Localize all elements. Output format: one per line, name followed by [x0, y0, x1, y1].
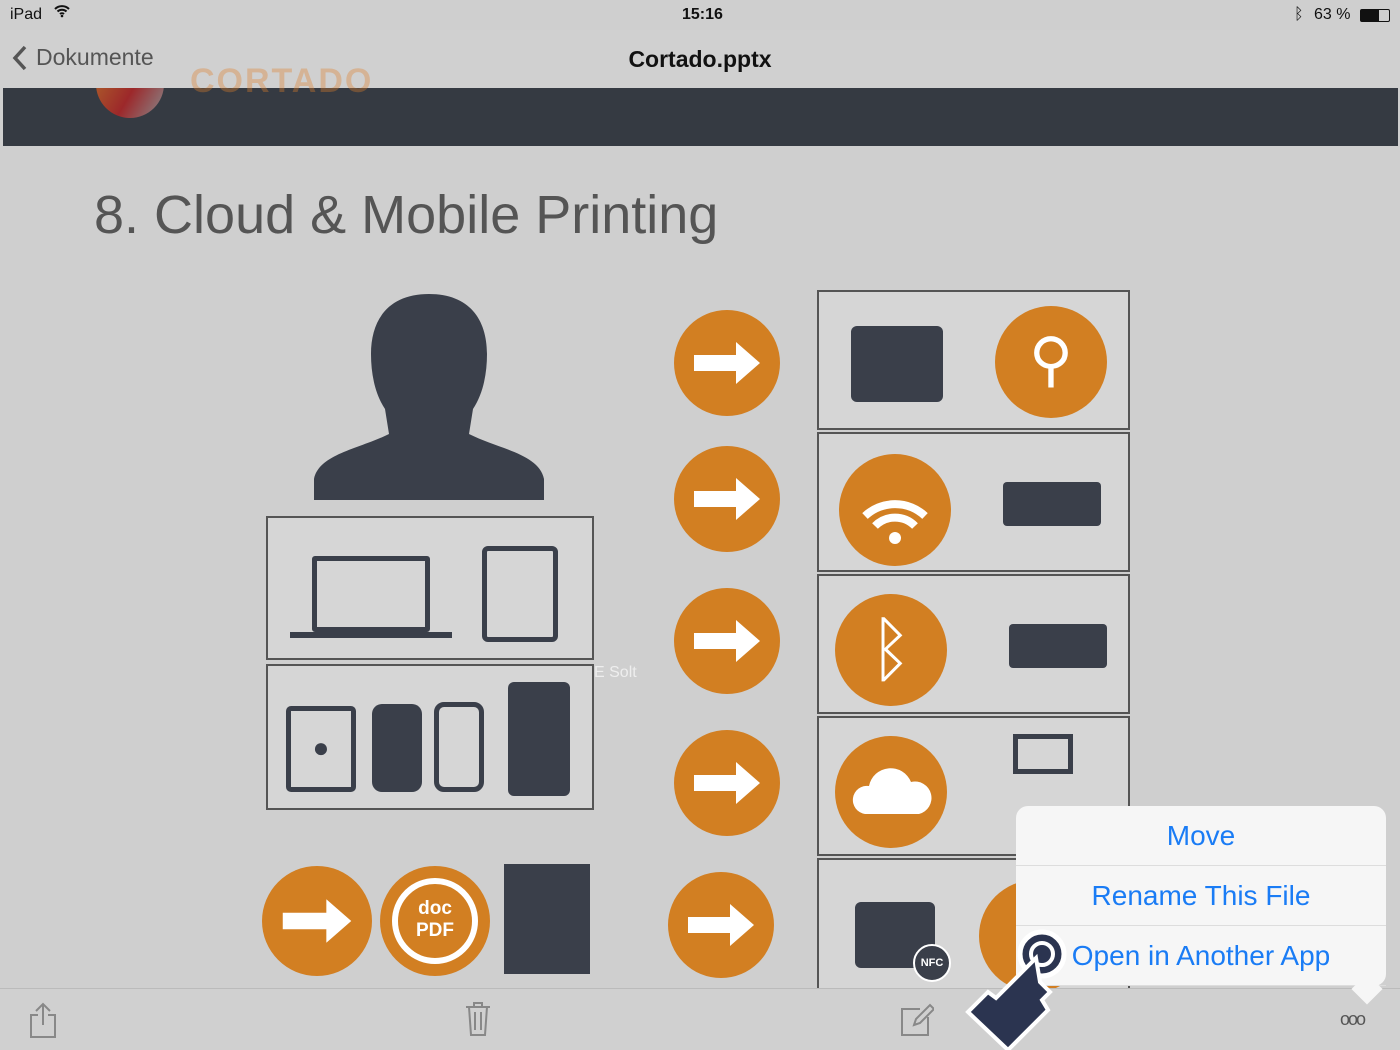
wifi-icon [54, 4, 70, 23]
arrow-icon [262, 866, 372, 976]
pdf-label: PDF [416, 920, 454, 941]
share-icon[interactable] [28, 1001, 58, 1039]
document-icon [504, 864, 590, 974]
printer-icon [1003, 482, 1101, 526]
slide-heading: 8. Cloud & Mobile Printing [94, 185, 719, 245]
arrow-icon [674, 310, 780, 416]
printer-icon [1009, 624, 1107, 668]
bluetooth-icon: ᛒ [1294, 6, 1304, 23]
arrow-icon [668, 872, 774, 978]
wifi-icon [839, 454, 951, 566]
open-in-another-app-menu-item[interactable]: Open in Another App [1016, 926, 1386, 986]
actions-popover: Move Rename This File Open in Another Ap… [1016, 806, 1386, 1005]
scan-search-box: ⚲ [817, 290, 1130, 430]
more-options-icon[interactable]: ooo [1340, 1009, 1366, 1030]
ipad-apple-icon: ● [286, 706, 356, 792]
doc-label: doc [418, 898, 452, 919]
device-grid-icon [508, 682, 570, 796]
move-menu-item[interactable]: Move [1016, 806, 1386, 866]
computer-devices-box [266, 516, 594, 660]
desktop-icon [1013, 734, 1073, 774]
bluetooth-icon: ᛒ [835, 594, 947, 706]
logo-text: CORTADO [190, 62, 374, 100]
arrow-icon [674, 730, 780, 836]
nfc-icon: NFC [913, 944, 951, 982]
cloud-icon [835, 736, 947, 848]
status-bar: iPad 15:16 ᛒ 63 % [0, 0, 1400, 30]
trash-icon[interactable] [464, 1001, 492, 1037]
laptop-icon [312, 556, 430, 632]
battery-icon [1360, 9, 1390, 22]
bluetooth-print-box: ᛒ [817, 574, 1130, 714]
rename-file-menu-item[interactable]: Rename This File [1016, 866, 1386, 926]
watermark: E Solt [594, 664, 637, 681]
mobile-devices-box: ● [266, 664, 594, 810]
clock: 15:16 [682, 6, 723, 23]
edit-icon[interactable] [900, 1003, 934, 1037]
tap-hand-icon [965, 929, 1067, 1050]
scanner-folder-icon [851, 326, 943, 402]
tablet-icon [482, 546, 558, 642]
bottom-toolbar: ooo [0, 988, 1400, 1050]
search-icon: ⚲ [995, 306, 1107, 418]
arrow-icon [674, 588, 780, 694]
battery-percent: 63 % [1314, 6, 1351, 23]
doc-pdf-convert-icon: doc PDF [380, 866, 490, 976]
blackberry-icon [372, 704, 422, 792]
arrow-icon [674, 446, 780, 552]
android-phone-icon [434, 702, 484, 792]
device-label: iPad [10, 6, 43, 23]
person-icon [314, 294, 544, 500]
wifi-print-box [817, 432, 1130, 572]
